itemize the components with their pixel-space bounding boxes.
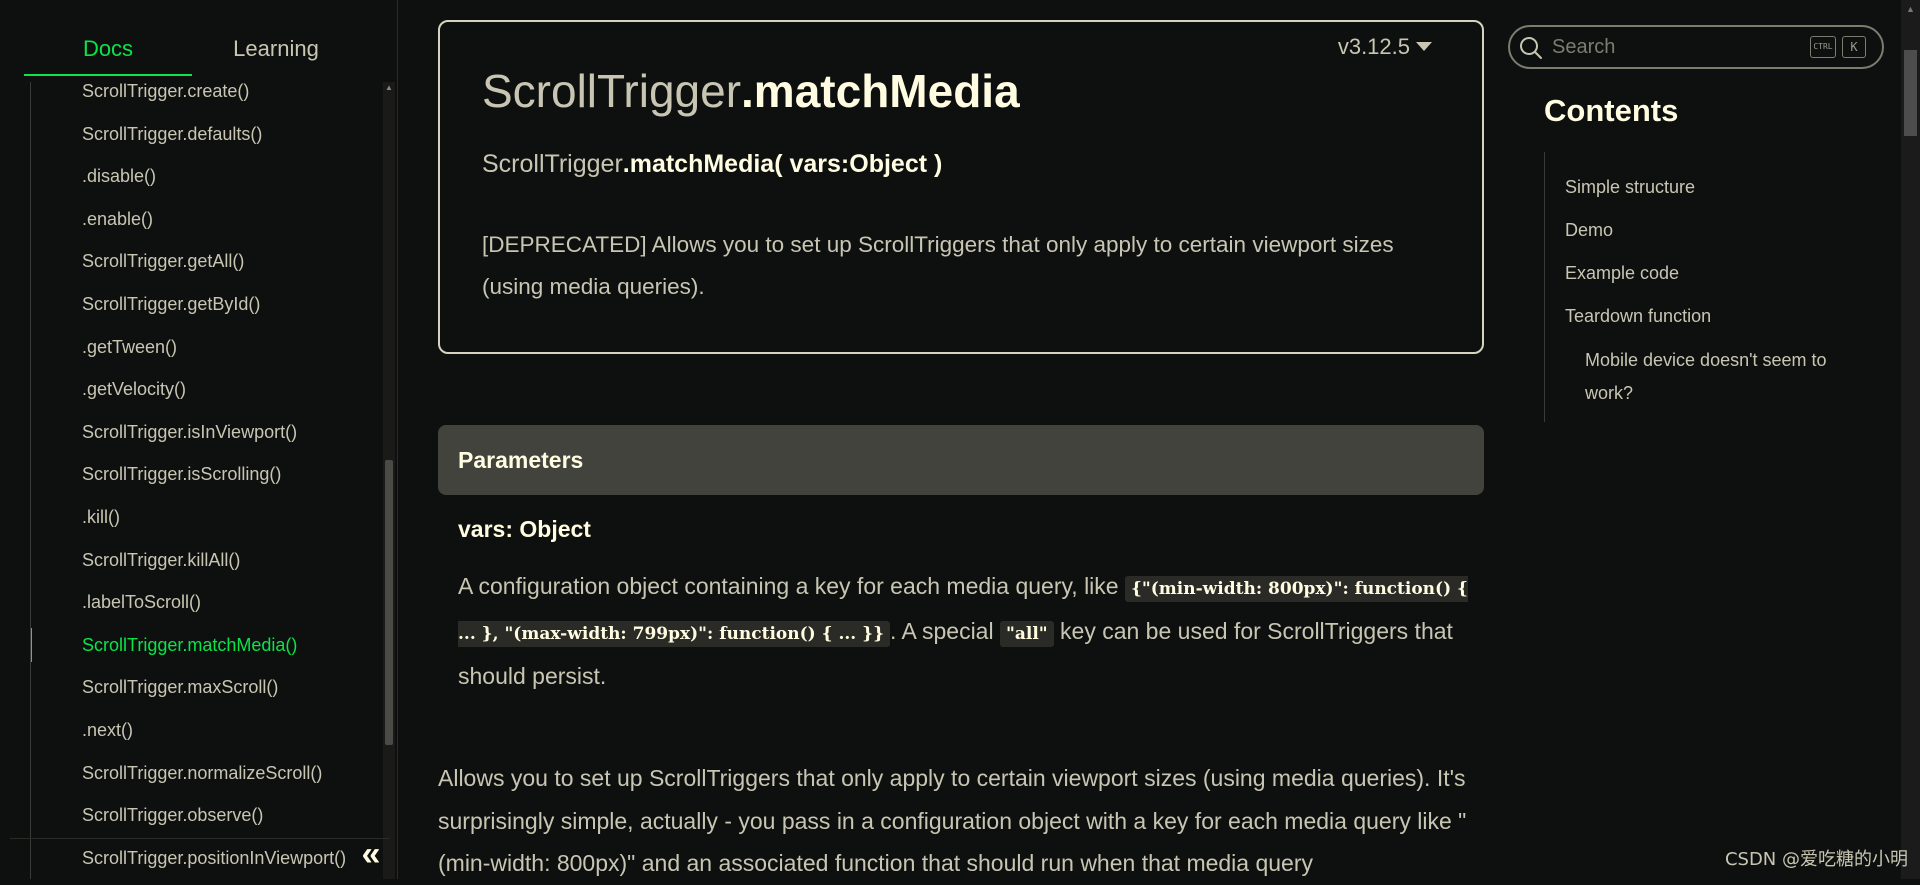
sidebar-nav-item[interactable]: .labelToScroll() — [31, 581, 380, 624]
page-scroll-up-icon[interactable]: ▲ — [1901, 0, 1920, 18]
sidebar-tabs: Docs Learning — [24, 28, 374, 76]
kbd-k: K — [1842, 36, 1866, 58]
code-snippet-all: "all" — [1000, 621, 1054, 647]
sidebar-nav-item[interactable]: .enable() — [31, 198, 380, 241]
page-scrollbar[interactable]: ▲ — [1901, 0, 1920, 879]
sidebar-nav-item[interactable]: ScrollTrigger.maxScroll() — [31, 666, 380, 709]
method-description: [DEPRECATED] Allows you to set up Scroll… — [482, 224, 1422, 308]
parameters-heading: Parameters — [438, 425, 1484, 495]
sidebar-nav-item[interactable]: .disable() — [31, 155, 380, 198]
method-signature: ScrollTrigger.matchMedia( vars:Object ) — [482, 150, 942, 179]
sidebar-nav-item[interactable]: ScrollTrigger.isInViewport() — [31, 411, 380, 454]
sidebar-nav-item[interactable]: ScrollTrigger.create() — [31, 82, 380, 113]
version-label: v3.12.5 — [1338, 34, 1410, 59]
title-prefix: ScrollTrigger — [482, 65, 741, 117]
toc-item[interactable]: Mobile device doesn't seem to work? — [1545, 338, 1845, 410]
sidebar-scrollbar-thumb[interactable] — [385, 460, 393, 745]
sidebar-nav-item[interactable]: .kill() — [31, 496, 380, 539]
param-name: vars: Object — [458, 516, 591, 543]
table-of-contents: Simple structureDemoExample codeTeardown… — [1544, 152, 1874, 422]
double-chevron-left-icon[interactable]: « — [355, 840, 387, 872]
contents-title: Contents — [1544, 93, 1678, 129]
kbd-ctrl: CTRL — [1810, 36, 1836, 58]
page-scrollbar-thumb[interactable] — [1904, 50, 1917, 136]
sidebar-nav-item[interactable]: ScrollTrigger.defaults() — [31, 113, 380, 156]
search-input[interactable]: Search CTRL K — [1508, 25, 1884, 69]
sidebar-nav-item[interactable]: ScrollTrigger.killAll() — [31, 539, 380, 582]
sidebar-nav-item[interactable]: ScrollTrigger.normalizeScroll() — [31, 752, 380, 795]
toc-item[interactable]: Demo — [1545, 209, 1874, 252]
sidebar-nav-item[interactable]: ScrollTrigger.observe() — [31, 794, 380, 837]
sidebar: Docs Learning ScrollTrigger.create()Scro… — [0, 0, 398, 879]
toc-item[interactable]: Example code — [1545, 252, 1874, 295]
toc-item[interactable]: Simple structure — [1545, 166, 1874, 209]
search-icon — [1518, 35, 1544, 61]
sidebar-footer-divider — [10, 838, 390, 839]
tab-docs[interactable]: Docs — [24, 28, 192, 76]
sidebar-scrollbar[interactable]: ▲ — [383, 82, 395, 879]
version-select[interactable]: v3.12.5 — [1338, 34, 1432, 60]
tab-learning[interactable]: Learning — [192, 28, 360, 76]
right-column: Search CTRL K Contents Simple structureD… — [1508, 0, 1904, 879]
toc-item[interactable]: Teardown function — [1545, 295, 1874, 338]
sidebar-nav-item[interactable]: ScrollTrigger.getAll() — [31, 240, 380, 283]
nav-list: ScrollTrigger.create()ScrollTrigger.defa… — [31, 82, 380, 879]
param-desc-text-1: A configuration object containing a key … — [458, 573, 1125, 599]
param-desc-text-2: . A special — [890, 618, 1000, 644]
caret-down-icon — [1416, 42, 1432, 51]
main-content: v3.12.5 ScrollTrigger.matchMedia ScrollT… — [438, 0, 1486, 879]
signature-prefix: ScrollTrigger — [482, 150, 623, 178]
sidebar-nav-item[interactable]: ScrollTrigger.matchMedia() — [31, 624, 380, 667]
sidebar-nav-item[interactable]: ScrollTrigger.positionInViewport() — [31, 837, 380, 879]
sidebar-nav-item[interactable]: .next() — [31, 709, 380, 752]
param-description: A configuration object containing a key … — [458, 565, 1478, 697]
sidebar-nav-item[interactable]: .getVelocity() — [31, 368, 380, 411]
method-header-card: v3.12.5 ScrollTrigger.matchMedia ScrollT… — [438, 20, 1484, 354]
watermark: CSDN @爱吃糖的小明 — [1725, 845, 1908, 871]
search-placeholder: Search — [1552, 36, 1615, 59]
signature-method: .matchMedia( vars:Object ) — [623, 150, 943, 178]
sidebar-nav-item[interactable]: ScrollTrigger.getById() — [31, 283, 380, 326]
scroll-up-arrow-icon[interactable]: ▲ — [383, 82, 395, 94]
sidebar-nav-item[interactable]: ScrollTrigger.isScrolling() — [31, 453, 380, 496]
sidebar-nav: ScrollTrigger.create()ScrollTrigger.defa… — [30, 82, 380, 879]
body-paragraph: Allows you to set up ScrollTriggers that… — [438, 757, 1486, 885]
sidebar-nav-item[interactable]: .getTween() — [31, 326, 380, 369]
title-method: .matchMedia — [741, 65, 1020, 117]
page-title: ScrollTrigger.matchMedia — [482, 64, 1020, 118]
